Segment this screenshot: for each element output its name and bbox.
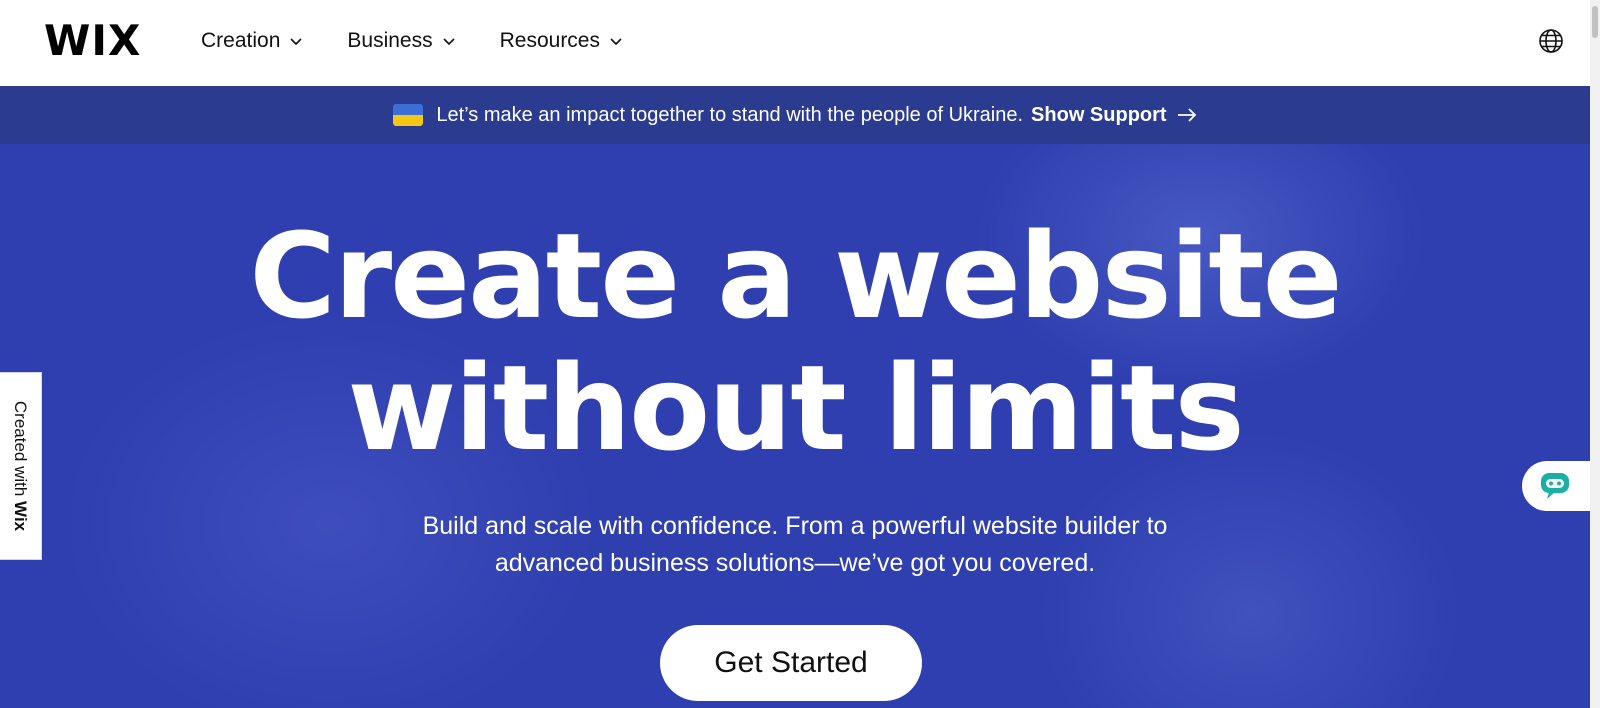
chevron-down-icon: [610, 38, 622, 46]
globe-icon[interactable]: [1538, 28, 1564, 54]
get-started-button[interactable]: Get Started: [660, 625, 922, 701]
show-support-link[interactable]: Show Support: [1031, 104, 1197, 127]
created-with-brand: Wix: [11, 501, 31, 532]
created-with-wix-label: Created with Wix: [11, 401, 31, 531]
arrow-right-icon: [1177, 108, 1196, 122]
ukraine-flag-icon: [393, 104, 424, 126]
page-scrollbar[interactable]: [1590, 0, 1600, 708]
hero-subtitle-line2: advanced business solutions—we’ve got yo…: [494, 549, 1096, 577]
nav-item-business[interactable]: Business: [347, 26, 455, 56]
chevron-down-icon: [443, 38, 455, 46]
wix-logo[interactable]: WIX: [44, 16, 141, 66]
hero-headline-line2: without limits: [347, 339, 1244, 477]
nav-item-resources[interactable]: Resources: [500, 26, 623, 56]
ukraine-support-banner: Let’s make an impact together to stand w…: [0, 86, 1590, 144]
created-with-prefix: Created with: [11, 400, 31, 502]
hero-subtitle-line1: Build and scale with confidence. From a …: [422, 512, 1168, 540]
show-support-label: Show Support: [1031, 103, 1167, 126]
nav-item-creation[interactable]: Creation: [201, 26, 303, 56]
nav-item-label: Resources: [499, 29, 600, 52]
hero-section: Create a website without limits Build an…: [0, 144, 1590, 708]
created-with-wix-tab[interactable]: Created with Wix: [0, 372, 42, 560]
nav-item-label: Business: [347, 29, 433, 52]
chat-widget-button[interactable]: [1522, 461, 1590, 511]
chevron-down-icon: [290, 38, 302, 46]
hero-headline-line1: Create a website: [249, 207, 1342, 345]
nav-item-label: Creation: [201, 29, 281, 52]
top-header: WIX Creation Business Resources: [0, 0, 1590, 86]
main-nav: Creation Business Resources: [201, 26, 667, 56]
chat-bot-icon: [1541, 473, 1569, 499]
banner-text: Let’s make an impact together to stand w…: [436, 103, 1024, 126]
hero-headline: Create a website without limits: [0, 210, 1590, 474]
scrollbar-thumb[interactable]: [1592, 6, 1598, 38]
hero-subtitle: Build and scale with confidence. From a …: [0, 508, 1590, 582]
